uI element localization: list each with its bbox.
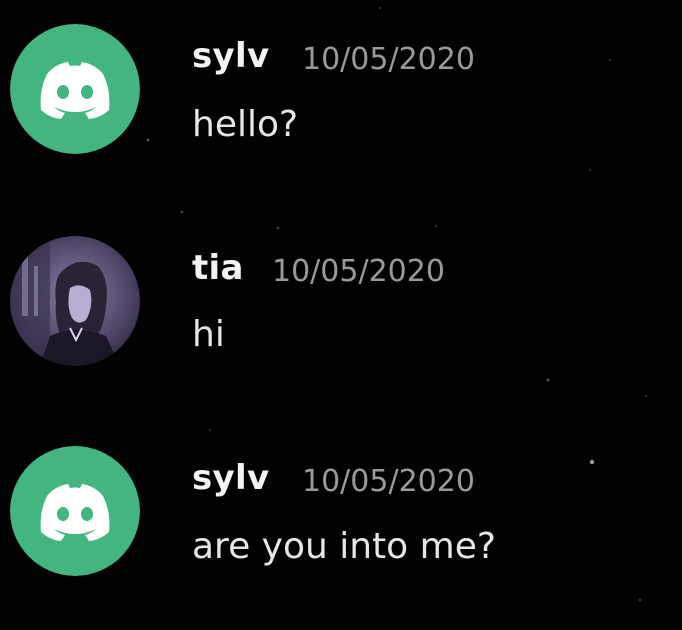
username[interactable]: sylv xyxy=(192,36,269,76)
timestamp: 10/05/2020 xyxy=(272,254,445,289)
timestamp: 10/05/2020 xyxy=(302,42,475,77)
user-photo-icon xyxy=(10,236,140,366)
message-text: hello? xyxy=(192,104,299,145)
discord-logo-icon xyxy=(10,446,140,576)
timestamp: 10/05/2020 xyxy=(302,464,475,499)
message-item[interactable]: sylv 10/05/2020 are you into me? xyxy=(0,446,682,586)
username[interactable]: tia xyxy=(192,248,244,288)
message-item[interactable]: tia 10/05/2020 hi xyxy=(0,236,682,376)
message-text: hi xyxy=(192,314,225,355)
discord-logo-avatar[interactable] xyxy=(10,24,140,154)
message-text: are you into me? xyxy=(192,526,496,567)
user-photo-avatar[interactable] xyxy=(10,236,140,366)
discord-logo-avatar[interactable] xyxy=(10,446,140,576)
message-item[interactable]: sylv 10/05/2020 hello? xyxy=(0,24,682,164)
discord-logo-icon xyxy=(10,24,140,154)
username[interactable]: sylv xyxy=(192,458,269,498)
